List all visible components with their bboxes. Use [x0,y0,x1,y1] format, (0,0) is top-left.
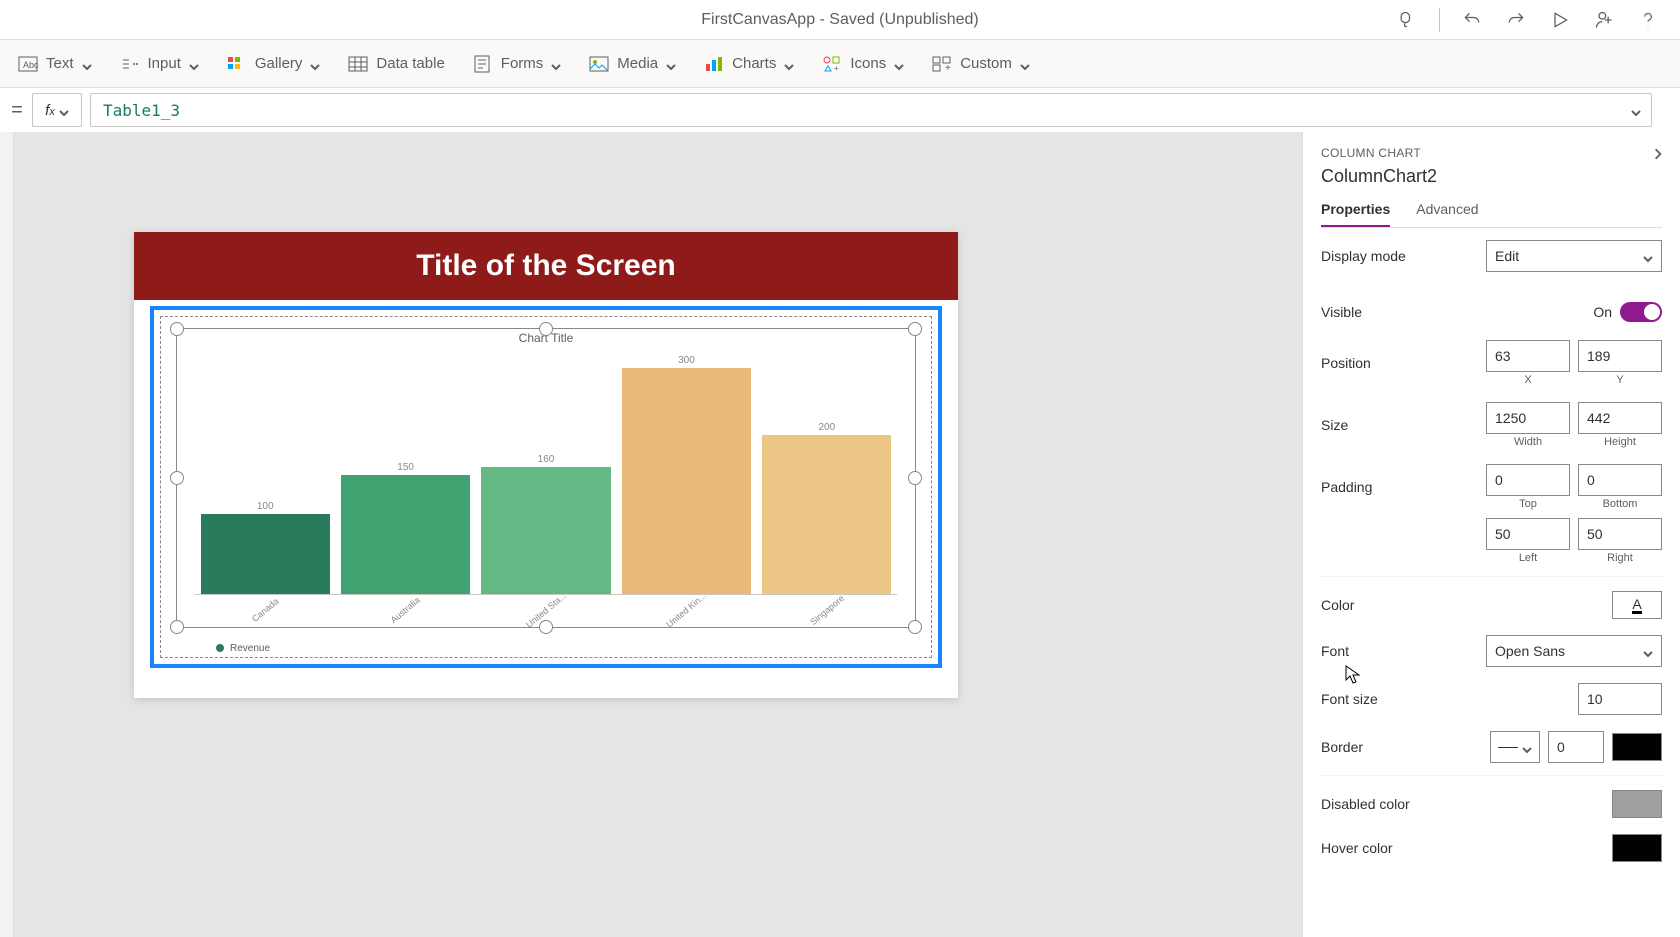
padding-bottom-input[interactable] [1578,464,1662,496]
text-menu[interactable]: AbcText [18,55,92,73]
separator [1439,8,1440,32]
chart-plot: 100150160300200 CanadaAustraliaUnited St… [195,355,897,623]
padding-top-input[interactable] [1486,464,1570,496]
display-mode-select[interactable]: Edit [1486,240,1662,272]
chart-legend: Revenue [176,638,916,658]
title-bar: FirstCanvasApp - Saved (Unpublished) [0,0,1680,40]
disabled-color-swatch[interactable] [1612,790,1662,818]
resize-handle[interactable] [170,322,184,336]
border-style-select[interactable] [1490,731,1540,763]
charts-menu[interactable]: Charts [704,55,794,73]
font-label: Font [1321,643,1486,659]
disabled-color-label: Disabled color [1321,796,1612,812]
help-icon[interactable] [1636,8,1660,32]
chevron-right-icon[interactable] [1652,148,1662,158]
play-icon[interactable] [1548,8,1572,32]
media-menu[interactable]: Media [589,55,676,73]
legend-label: Revenue [230,643,270,654]
position-y-input[interactable] [1578,340,1662,372]
resize-handle[interactable] [170,620,184,634]
resize-handle[interactable] [539,322,553,336]
gallery-menu[interactable]: Gallery [227,55,321,73]
svg-text:Abc: Abc [23,60,38,70]
formula-input[interactable]: Table1_3 [90,93,1652,127]
forms-menu[interactable]: Forms [473,55,562,73]
hover-color-label: Hover color [1321,840,1612,856]
font-select[interactable]: Open Sans [1486,635,1662,667]
bar: 200 [757,355,897,594]
resize-handle[interactable] [908,322,922,336]
undo-icon[interactable] [1460,8,1484,32]
bar: 150 [335,355,475,594]
share-icon[interactable] [1592,8,1616,32]
resize-handle[interactable] [908,471,922,485]
equals-label: = [10,99,24,122]
icons-menu[interactable]: +Icons [822,55,904,73]
visible-toggle[interactable] [1620,302,1662,322]
fontsize-label: Font size [1321,691,1578,707]
padding-left-input[interactable] [1486,518,1570,550]
tab-advanced[interactable]: Advanced [1416,201,1478,227]
bar: 160 [476,355,616,594]
size-height-input[interactable] [1578,402,1662,434]
left-rail [0,132,14,937]
redo-icon[interactable] [1504,8,1528,32]
expand-formula-icon[interactable] [1631,105,1641,115]
formula-bar: = fx Table1_3 [0,88,1680,132]
health-icon[interactable] [1395,8,1419,32]
tab-properties[interactable]: Properties [1321,201,1390,227]
bar: 300 [616,355,756,594]
custom-menu[interactable]: +Custom [932,55,1030,73]
fx-dropdown[interactable]: fx [32,93,82,127]
color-label: Color [1321,597,1612,613]
size-width-input[interactable] [1486,402,1570,434]
visible-label: Visible [1321,304,1593,320]
properties-panel: COLUMN CHART ColumnChart2 Properties Adv… [1302,132,1680,937]
chart-control[interactable]: Chart Title 100150160300200 CanadaAustra… [176,328,916,628]
resize-handle[interactable] [908,620,922,634]
display-mode-label: Display mode [1321,248,1486,264]
datatable-menu[interactable]: Data table [348,55,444,73]
resize-handle[interactable] [170,471,184,485]
visible-value: On [1593,304,1612,320]
padding-label: Padding [1321,479,1486,495]
padding-right-input[interactable] [1578,518,1662,550]
svg-text:+: + [945,63,951,73]
input-menu[interactable]: Input [120,55,199,73]
border-color-swatch[interactable] [1612,733,1662,761]
control-type-label: COLUMN CHART [1321,146,1662,160]
color-picker[interactable]: A [1612,591,1662,619]
screen-card: Title of the Screen Chart Title 10015016… [134,232,958,698]
chart-selection[interactable]: Chart Title 100150160300200 CanadaAustra… [150,306,942,668]
control-name: ColumnChart2 [1321,166,1662,187]
position-label: Position [1321,355,1486,371]
resize-handle[interactable] [539,620,553,634]
legend-dot-icon [216,644,224,652]
svg-text:+: + [834,64,839,73]
canvas-area[interactable]: Title of the Screen Chart Title 10015016… [14,132,1302,937]
border-label: Border [1321,739,1490,755]
position-x-input[interactable] [1486,340,1570,372]
screen-title: Title of the Screen [134,232,958,300]
bar: 100 [195,355,335,594]
size-label: Size [1321,417,1486,433]
fontsize-input[interactable] [1578,683,1662,715]
hover-color-swatch[interactable] [1612,834,1662,862]
border-width-input[interactable] [1548,731,1604,763]
insert-ribbon: AbcText Input Gallery Data table Forms M… [0,40,1680,88]
